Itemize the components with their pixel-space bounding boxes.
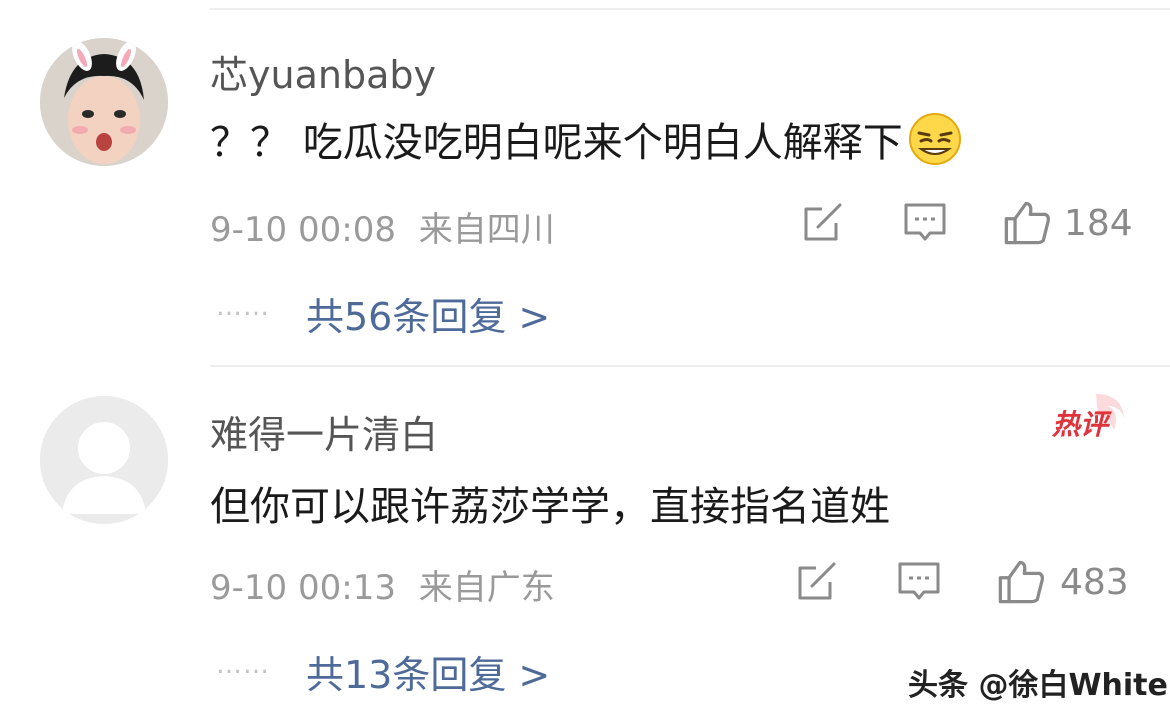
comment-text-body: 但你可以跟许荔莎学学，直接指名道姓: [210, 484, 890, 530]
like-icon[interactable]: [1002, 197, 1052, 247]
avatar-photo-icon: [40, 38, 168, 166]
avatar[interactable]: [40, 396, 168, 524]
comment-icon[interactable]: [902, 199, 948, 245]
comment-text-body: ？？ 吃瓜没吃明白呢来个明白人解释下: [210, 120, 903, 166]
like-icon[interactable]: [996, 556, 1046, 606]
view-replies-link[interactable]: 共56条回复 >: [306, 286, 550, 341]
timestamp: 9-10 00:13: [210, 568, 396, 608]
reply-dots: ……: [216, 650, 270, 680]
avatar[interactable]: [40, 38, 168, 166]
like-count: 184: [1064, 203, 1133, 244]
comment-meta: 9-10 00:13 来自广东: [210, 560, 555, 609]
comment-meta: 9-10 00:08 来自四川: [210, 202, 555, 251]
username[interactable]: 难得一片清白: [210, 404, 438, 459]
reply-dots: ……: [216, 292, 270, 322]
comment-text: ？？ 吃瓜没吃明白呢来个明白人解释下: [210, 110, 963, 168]
comment-text: 但你可以跟许荔莎学学，直接指名道姓: [210, 474, 890, 532]
divider-top: [210, 8, 1170, 10]
share-icon[interactable]: [794, 558, 840, 604]
divider-middle: [210, 365, 1170, 367]
view-replies-link[interactable]: 共13条回复 >: [306, 644, 550, 699]
username[interactable]: 芯yuanbaby: [210, 44, 436, 99]
location: 来自广东: [418, 568, 555, 608]
like-count: 483: [1060, 562, 1129, 603]
hot-label: 热评: [1051, 408, 1112, 441]
smirk-emoji-icon: [908, 113, 961, 165]
share-icon[interactable]: [800, 199, 846, 245]
timestamp: 9-10 00:08: [210, 210, 396, 250]
watermark: 头条 @徐白White: [908, 668, 1168, 703]
comment-icon[interactable]: [896, 558, 942, 604]
default-avatar-icon: [40, 396, 168, 524]
location: 来自四川: [418, 210, 555, 250]
hot-comment-badge: 热评: [1051, 394, 1124, 441]
